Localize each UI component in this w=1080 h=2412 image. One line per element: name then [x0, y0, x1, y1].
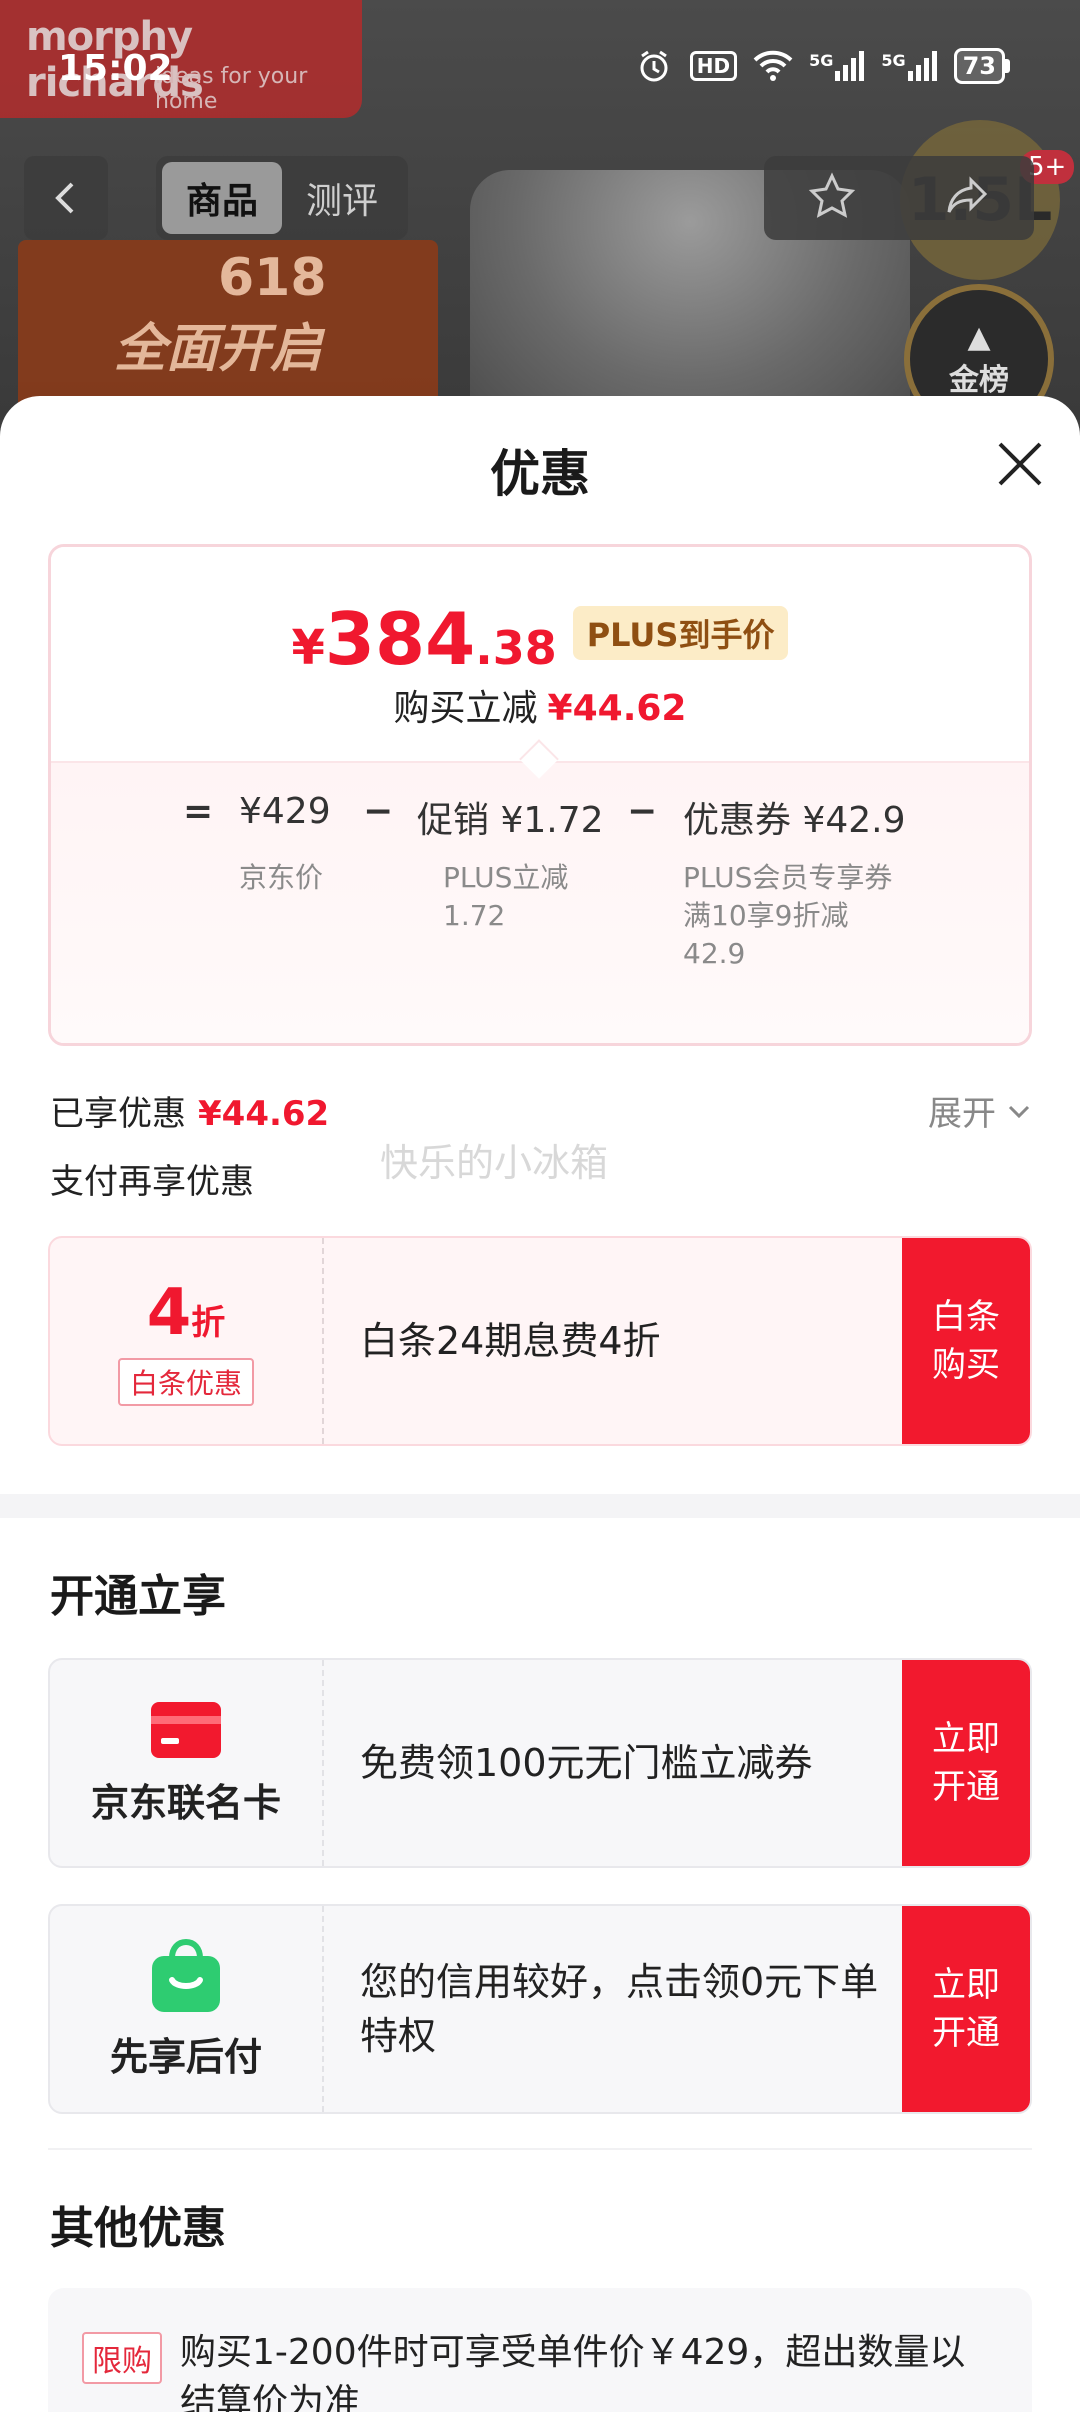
promotion-label: PLUS立减1.72	[443, 861, 569, 932]
pay-later-name: 先享后付	[109, 2034, 262, 2079]
gold-rank-icon: ▲	[967, 319, 991, 355]
brand-tagline: ideas for your home	[155, 64, 308, 114]
discount-unit: 折	[191, 1303, 226, 1343]
product-page-backdrop: morphy richards ideas for your home 618 …	[0, 0, 1080, 420]
jd-card-open-button[interactable]: 立即开通	[902, 1660, 1030, 1866]
price-decimal: .38	[475, 621, 557, 675]
pay-later-open-button[interactable]: 立即开通	[902, 1906, 1030, 2112]
jd-card-description: 免费领100元无门槛立减券	[360, 1741, 813, 1785]
baitiao-discount-badge: 4 折 白条优惠	[50, 1238, 324, 1444]
price-currency: ¥	[291, 620, 325, 676]
jd-card-open-label: 立即开通	[932, 1719, 1000, 1807]
promo-line-2: 全面开启	[114, 319, 323, 379]
discount-sheet: 优惠 ¥ 384 .38 PLUS到手价 购买立减 ¥44.62 = ¥429 −…	[0, 396, 1080, 2412]
sheet-title: 优惠	[490, 445, 590, 503]
status-icons: HD 5G 5G 73	[634, 46, 1010, 86]
alarm-icon	[634, 46, 674, 86]
shopping-bag-icon	[152, 1938, 220, 2012]
expand-toggle[interactable]: 展开	[928, 1086, 1032, 1135]
purchase-limit-text: 购买1-200件时可享受单件价￥429，超出数量以结算价为准	[180, 2332, 966, 2412]
baitiao-offer: 4 折 白条优惠 白条24期息费4折 白条购买	[48, 1236, 1032, 1446]
chevron-left-icon	[55, 182, 74, 214]
promo-banner: 618 全面开启	[18, 240, 438, 420]
enjoyed-label: 已享优惠	[50, 1094, 186, 1134]
star-icon	[808, 172, 855, 218]
back-button[interactable]	[24, 156, 108, 240]
credit-card-icon	[151, 1701, 221, 1758]
purchase-limit-card: 限购 购买1-200件时可享受单件价￥429，超出数量以结算价为准	[48, 2288, 1032, 2412]
promotion-amount: 促销 ¥1.72	[417, 800, 604, 841]
gold-rank-label: 金榜	[949, 362, 1009, 398]
hd-voice-icon: HD	[689, 51, 738, 81]
chevron-down-icon	[1008, 1105, 1030, 1118]
other-section-title: 其他优惠	[50, 2203, 226, 2254]
price-integer: 384	[324, 597, 476, 681]
jd-card-badge: 京东联名卡	[50, 1660, 324, 1866]
signal-icon-2: 5G	[881, 51, 937, 81]
equals-sign: =	[183, 791, 214, 832]
close-icon	[998, 442, 1042, 486]
limit-tag: 限购	[82, 2332, 162, 2384]
minus-sign-2: −	[627, 791, 658, 832]
section-divider-line	[48, 2148, 1032, 2150]
jd-card-name: 京东联名卡	[90, 1780, 281, 1825]
battery-icon: 73	[953, 48, 1010, 84]
promo-line-1: 618	[218, 248, 327, 308]
watermark: 快乐的小冰箱	[380, 1141, 609, 1185]
share-button[interactable]	[943, 172, 991, 224]
tab-review[interactable]: 测评	[282, 162, 402, 234]
jd-price: ¥429	[239, 791, 331, 832]
saving-amount: ¥44.62	[547, 688, 687, 729]
status-time: 15:02	[58, 48, 173, 89]
jd-price-label: 京东价	[239, 861, 324, 894]
net-label-1: 5G	[809, 51, 834, 70]
share-icon	[947, 176, 987, 213]
discount-number: 4	[146, 1276, 192, 1350]
pay-more-label: 支付再享优惠	[50, 1162, 254, 1202]
net-label-2: 5G	[881, 51, 906, 70]
product-tabs: 商品 测评	[156, 156, 408, 240]
baitiao-description: 白条24期息费4折	[360, 1319, 661, 1363]
pay-later-description: 您的信用较好，点击领0元下单特权	[360, 1960, 879, 2058]
jd-card-offer: 京东联名卡 免费领100元无门槛立减券 立即开通	[48, 1658, 1032, 1868]
saving-label: 购买立减	[393, 688, 538, 729]
close-button[interactable]	[992, 436, 1048, 492]
saving-line: 购买立减 ¥44.62	[51, 679, 1029, 731]
top-actions	[764, 156, 1034, 240]
battery-level: 73	[953, 48, 1005, 84]
price-card: ¥ 384 .38 PLUS到手价 购买立减 ¥44.62 = ¥429 − 促销…	[48, 544, 1032, 1046]
pay-later-offer: 先享后付 您的信用较好，点击领0元下单特权 立即开通	[48, 1904, 1032, 2114]
coupon-amount: 优惠券 ¥42.9	[683, 800, 906, 841]
coupon-label: PLUS会员专享券满10享9折减42.9	[683, 861, 893, 970]
pay-later-badge: 先享后付	[50, 1906, 324, 2112]
signal-icon-1: 5G	[809, 51, 865, 81]
wifi-icon	[753, 46, 793, 86]
plus-price-badge: PLUS到手价	[572, 606, 789, 660]
baitiao-buy-button[interactable]: 白条购买	[902, 1238, 1030, 1444]
baitiao-tag: 白条优惠	[117, 1358, 254, 1406]
tab-product[interactable]: 商品	[162, 162, 282, 234]
final-price: ¥ 384 .38 PLUS到手价	[51, 597, 1029, 681]
brand-banner: morphy richards ideas for your home	[0, 0, 362, 118]
section-divider	[0, 1494, 1080, 1518]
baitiao-buy-label: 白条购买	[932, 1297, 1000, 1385]
open-section-title: 开通立享	[50, 1571, 226, 1622]
enjoyed-amount: ¥44.62	[198, 1094, 330, 1134]
baitiao-discount: 4 折	[147, 1276, 226, 1350]
minus-sign-1: −	[363, 791, 394, 832]
enjoyed-discount: 已享优惠 ¥44.62	[50, 1086, 329, 1135]
favorite-button[interactable]	[808, 172, 856, 224]
pay-later-open-label: 立即开通	[932, 1965, 1000, 2053]
expand-label: 展开	[928, 1094, 996, 1134]
